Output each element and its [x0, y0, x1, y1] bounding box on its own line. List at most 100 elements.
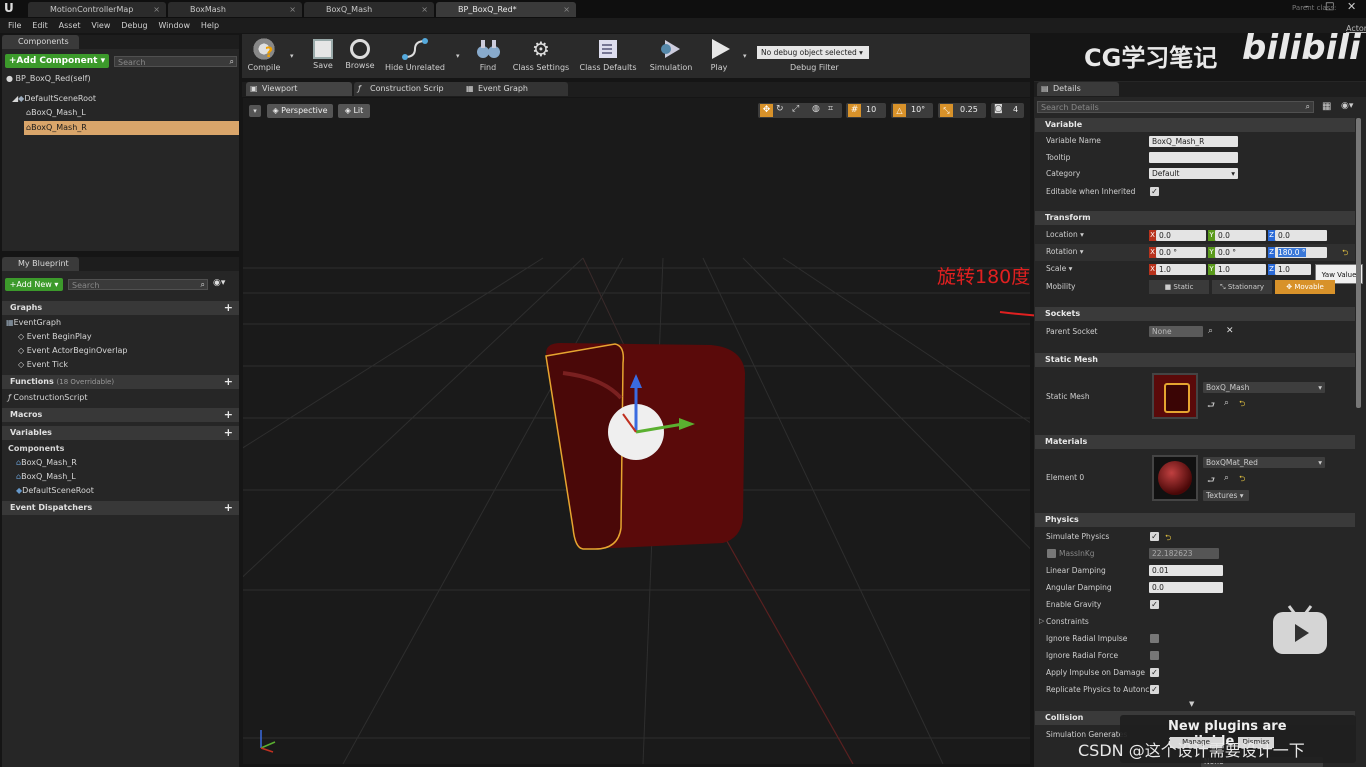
doc-tab-boxq-mash[interactable]: BoxQ_Mash × — [304, 2, 434, 17]
apply-impulse-checkbox[interactable]: ✓ — [1150, 668, 1159, 677]
advanced-expand-icon[interactable]: ▼ — [1189, 700, 1194, 708]
variables-section[interactable]: Variables + — [2, 426, 239, 440]
menu-window[interactable]: Window — [158, 18, 190, 33]
scale-x-input[interactable]: 1.0 — [1156, 264, 1206, 275]
add-graph-icon[interactable]: + — [224, 302, 233, 313]
rotation-x-input[interactable]: 0.0 ° — [1156, 247, 1206, 258]
reset-arrow-icon[interactable]: ⮌ — [1342, 247, 1348, 261]
event-graph-item[interactable]: ▦EventGraph — [6, 316, 61, 330]
browse-icon[interactable]: ⌕ — [1224, 473, 1229, 483]
add-new-button[interactable]: +Add New ▾ — [5, 278, 63, 291]
close-icon[interactable]: × — [563, 2, 570, 17]
variable-item[interactable]: ⌂BoxQ_Mash_R — [16, 456, 77, 470]
tab-details[interactable]: ▤ Details — [1037, 82, 1119, 96]
reset-arrow-icon[interactable]: ⮌ — [1239, 473, 1245, 487]
add-variable-icon[interactable]: + — [224, 427, 233, 438]
blueprint-search-input[interactable]: Search ⌕ — [68, 279, 208, 290]
event-beginplay-item[interactable]: ◇ Event BeginPlay — [18, 330, 92, 344]
rotation-y-input[interactable]: 0.0 ° — [1215, 247, 1266, 258]
class-defaults-button[interactable]: Class Defaults — [578, 34, 638, 76]
close-icon[interactable]: × — [153, 2, 160, 17]
translate-icon[interactable]: ✥ — [760, 104, 773, 117]
menu-edit[interactable]: Edit — [32, 18, 48, 33]
use-selected-icon[interactable]: ⮐ — [1207, 398, 1215, 414]
scale-y-input[interactable]: 1.0 — [1215, 264, 1266, 275]
add-component-button[interactable]: +Add Component ▾ — [5, 54, 109, 68]
property-matrix-icon[interactable]: ▦ — [1322, 101, 1331, 112]
hide-unrelated-button[interactable]: Hide Unrelated — [384, 34, 446, 76]
clear-icon[interactable]: ✕ — [1226, 326, 1234, 336]
class-settings-button[interactable]: ⚙ Class Settings — [511, 34, 571, 76]
location-x-input[interactable]: 0.0 — [1156, 230, 1206, 241]
sockets-section[interactable]: Sockets — [1035, 307, 1355, 321]
linear-damping-input[interactable]: 0.01 — [1149, 565, 1223, 576]
doc-tab-motioncontrollermap[interactable]: MotionControllerMap × — [28, 2, 166, 17]
find-button[interactable]: Find — [472, 34, 504, 76]
menu-help[interactable]: Help — [201, 18, 219, 33]
search-icon[interactable]: ⌕ — [1208, 326, 1213, 336]
static-mesh-section[interactable]: Static Mesh — [1035, 353, 1355, 367]
menu-view[interactable]: View — [91, 18, 110, 33]
textures-button[interactable]: Textures ▾ — [1203, 490, 1249, 501]
tree-item-boxq-mash-l[interactable]: ⌂BoxQ_Mash_L — [26, 106, 86, 120]
self-item[interactable]: ● BP_BoxQ_Red(self) — [6, 72, 91, 86]
tab-viewport[interactable]: ▣ Viewport — [246, 82, 352, 96]
static-mesh-thumbnail[interactable] — [1152, 373, 1198, 419]
menu-debug[interactable]: Debug — [121, 18, 147, 33]
tree-item-boxq-mash-r[interactable]: ⌂BoxQ_Mash_R — [24, 121, 239, 135]
macros-section[interactable]: Macros + — [2, 408, 239, 422]
editable-inherited-checkbox[interactable]: ✓ — [1150, 187, 1159, 196]
surface-snap-icon[interactable]: ⌗ — [828, 104, 833, 114]
ignore-radial-impulse-checkbox[interactable] — [1150, 634, 1159, 643]
location-y-input[interactable]: 0.0 — [1215, 230, 1266, 241]
viewport-transform-tools[interactable]: ✥ ↻ ⤢ ◍ ⌗ — [758, 103, 842, 118]
mobility-static-button[interactable]: ■ Static — [1149, 280, 1209, 294]
add-dispatcher-icon[interactable]: + — [224, 502, 233, 513]
transform-gizmo[interactable] — [243, 98, 1030, 764]
perspective-button[interactable]: ◈ Perspective — [267, 104, 333, 118]
variable-item[interactable]: ◆DefaultSceneRoot — [16, 484, 94, 498]
debug-object-select[interactable]: No debug object selected ▾ — [757, 46, 869, 59]
construction-script-item[interactable]: ƒ ConstructionScript — [8, 391, 88, 405]
add-macro-icon[interactable]: + — [224, 409, 233, 420]
mobility-stationary-button[interactable]: ⤡ Stationary — [1212, 280, 1272, 294]
enable-gravity-checkbox[interactable]: ✓ — [1150, 600, 1159, 609]
mass-override-checkbox[interactable] — [1047, 549, 1056, 558]
functions-section[interactable]: Functions (18 Overridable) + — [2, 375, 239, 389]
close-icon[interactable]: × — [289, 2, 296, 17]
details-search-input[interactable]: Search Details ⌕ — [1037, 101, 1314, 113]
close-icon[interactable]: × — [421, 2, 428, 17]
viewport[interactable]: ▾ ◈ Perspective ◈ Lit ✥ ↻ ⤢ ◍ ⌗ # 10 △ 1… — [243, 98, 1030, 764]
eye-icon[interactable]: ◉▾ — [213, 278, 225, 288]
event-tick-item[interactable]: ◇ Event Tick — [18, 358, 68, 372]
browse-button[interactable]: Browse — [342, 34, 378, 76]
material-select[interactable]: BoxQMat_Red ▾ — [1203, 457, 1325, 468]
transform-section[interactable]: Transform — [1035, 211, 1355, 225]
scale-snap-toggle[interactable]: ⤡ 0.25 — [938, 103, 986, 118]
simulate-physics-checkbox[interactable]: ✓ — [1150, 532, 1159, 541]
rotation-z-input[interactable]: 180.0 ° — [1275, 247, 1327, 258]
doc-tab-bp-boxq-red[interactable]: BP_BoxQ_Red* × — [436, 2, 576, 17]
materials-section[interactable]: Materials — [1035, 435, 1355, 449]
material-thumbnail[interactable] — [1152, 455, 1198, 501]
use-selected-icon[interactable]: ⮐ — [1207, 473, 1215, 489]
rotate-icon[interactable]: ↻ — [776, 104, 784, 114]
ignore-radial-force-checkbox[interactable] — [1150, 651, 1159, 660]
tooltip-input[interactable] — [1149, 152, 1238, 163]
reset-arrow-icon[interactable]: ⮌ — [1239, 398, 1245, 412]
components-subcategory[interactable]: Components — [8, 442, 64, 456]
replicate-physics-checkbox[interactable]: ✓ — [1150, 685, 1159, 694]
save-button[interactable]: Save — [307, 34, 339, 76]
close-window-button[interactable]: ✕ — [1347, 0, 1356, 13]
tab-my-blueprint[interactable]: My Blueprint — [2, 257, 79, 271]
parent-socket-input[interactable]: None — [1149, 326, 1203, 337]
tree-item-defaultsceneroot[interactable]: ◢◆DefaultSceneRoot — [12, 92, 96, 106]
tab-event-graph[interactable]: ▦ Event Graph — [462, 82, 568, 96]
chevron-down-icon[interactable]: ▾ — [743, 52, 747, 60]
simulation-button[interactable]: Simulation — [649, 34, 693, 76]
eye-icon[interactable]: ◉▾ — [1341, 101, 1353, 111]
mobility-movable-button[interactable]: ✥ Movable — [1275, 280, 1335, 294]
details-scrollbar[interactable] — [1356, 118, 1361, 408]
play-button[interactable]: Play — [703, 34, 735, 76]
menu-asset[interactable]: Asset — [59, 18, 81, 33]
